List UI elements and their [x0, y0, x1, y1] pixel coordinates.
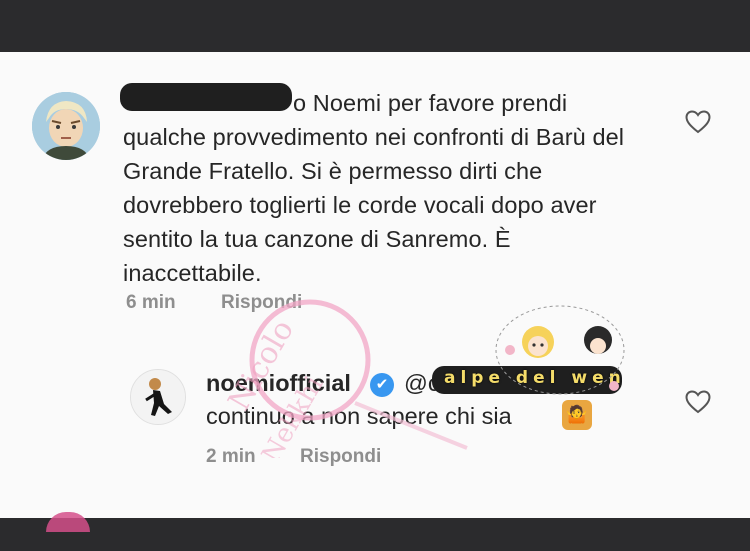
- cartoon-sticker-watermark: [495, 305, 625, 395]
- commenter-avatar-image: [32, 92, 100, 160]
- shrug-emoji-icon: 🤷: [562, 400, 592, 430]
- comment-text: o Noemi per favore prendi qualche provve…: [123, 86, 653, 290]
- bottom-frame: [0, 518, 750, 551]
- like-heart-icon[interactable]: [685, 110, 711, 134]
- comment-body: o Noemi per favore prendi qualche provve…: [123, 90, 625, 286]
- reply-avatar[interactable]: [130, 369, 186, 425]
- reply-avatar-image: [131, 370, 185, 424]
- comment-time: 6 min: [126, 292, 176, 313]
- reply-like-heart-icon[interactable]: [685, 390, 711, 414]
- signature-watermark: Nicolo Nekkhi: [222, 299, 468, 458]
- commenter-avatar[interactable]: [32, 92, 100, 160]
